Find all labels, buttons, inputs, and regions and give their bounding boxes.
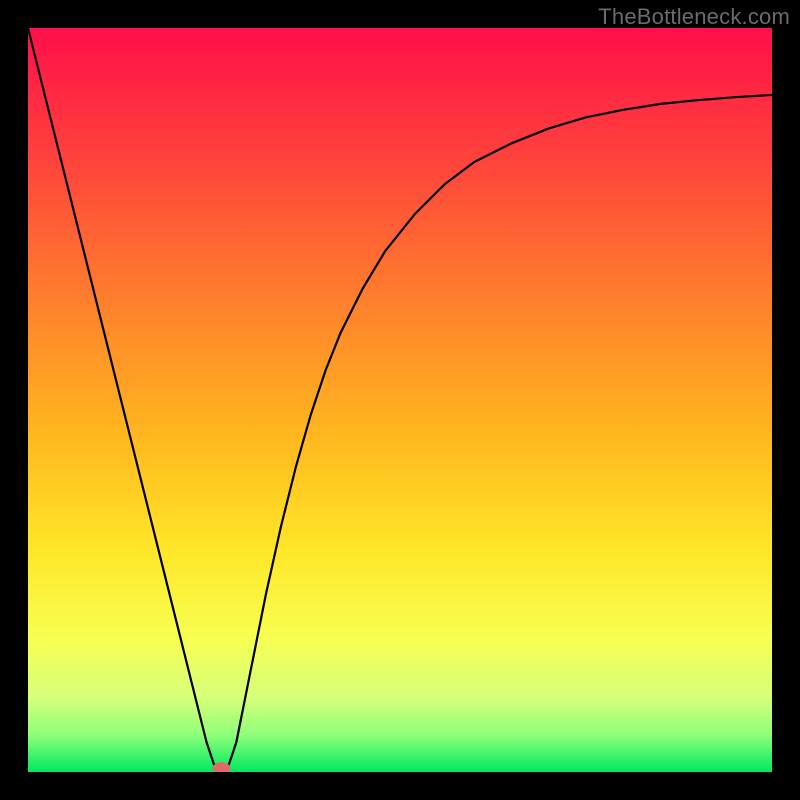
watermark-text: TheBottleneck.com — [598, 4, 790, 30]
chart-frame — [28, 28, 772, 772]
bottleneck-plot — [28, 28, 772, 772]
gradient-background — [28, 28, 772, 772]
